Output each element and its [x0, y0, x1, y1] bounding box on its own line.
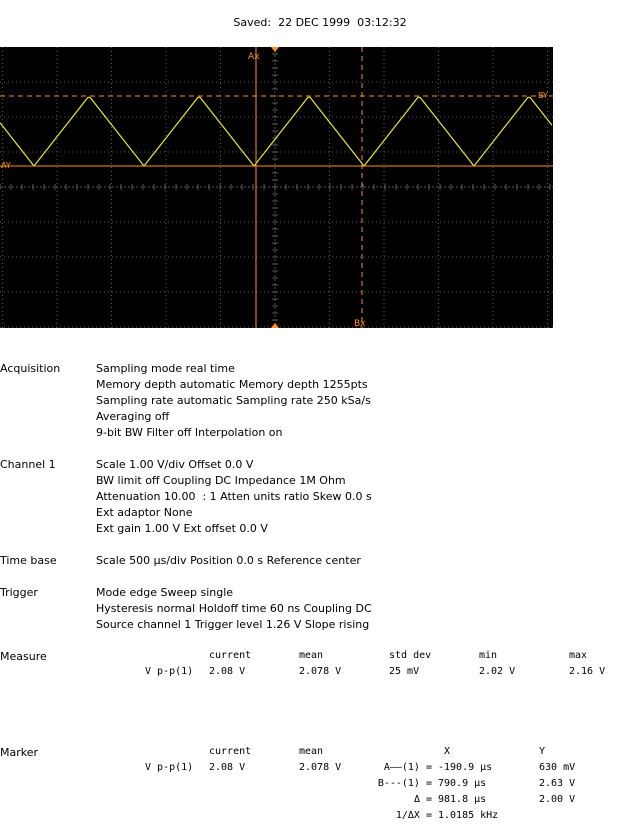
marker-header-x: X [444, 746, 451, 757]
marker-b-label: B---(1) = [377, 778, 432, 789]
channel1-line: Attenuation 10.00 : 1 Atten units ratio … [96, 490, 372, 503]
channel1-line: Ext adaptor None [96, 506, 193, 519]
acquisition-line: Averaging off [96, 410, 170, 423]
measure-max-value: 2.16 V [569, 666, 606, 677]
channel1-line: BW limit off Coupling DC Impedance 1M Oh… [96, 474, 346, 487]
measure-header-current: current [209, 650, 252, 661]
marker-a-y: 630 mV [539, 762, 576, 773]
trigger-line: Mode edge Sweep single [96, 586, 234, 599]
channel1-label: Channel 1 [0, 458, 56, 471]
acquisition-line: Sampling rate automatic Sampling rate 25… [96, 394, 371, 407]
measure-header-mean: mean [299, 650, 324, 661]
marker-delta-y: 2.00 V [539, 794, 576, 805]
measure-header-std-dev: std dev [389, 650, 432, 661]
acquisition-line: 9-bit BW Filter off Interpolation on [96, 426, 283, 439]
measure-header-min: min [479, 650, 498, 661]
measure-std-dev-value: 25 mV [389, 666, 420, 677]
oscilloscope-display[interactable]: Ax Bx AY BY [0, 47, 553, 328]
measure-label: Measure [0, 650, 47, 663]
marker-delta-x: 981.8 µs [438, 794, 487, 805]
marker-header-y: Y [539, 746, 546, 757]
measure-row-name: V p-p(1) [145, 666, 194, 677]
marker-b-x: 790.9 µs [438, 778, 487, 789]
marker-header-mean: mean [299, 746, 324, 757]
measure-mean-value: 2.078 V [299, 666, 342, 677]
timebase-line: Scale 500 µs/div Position 0.0 s Referenc… [96, 554, 361, 567]
marker-ax-label: Ax [248, 52, 260, 62]
trigger-line: Hysteresis normal Holdoff time 60 ns Cou… [96, 602, 372, 615]
marker-by-label: BY [538, 91, 548, 100]
measure-current-value: 2.08 V [209, 666, 246, 677]
marker-mean-value: 2.078 V [299, 762, 342, 773]
channel1-line: Ext gain 1.00 V Ext offset 0.0 V [96, 522, 268, 535]
marker-inverse-delta-x: 1.0185 kHz [438, 810, 499, 821]
marker-current-value: 2.08 V [209, 762, 246, 773]
trigger-line: Source channel 1 Trigger level 1.26 V Sl… [96, 618, 370, 631]
acquisition-line: Memory depth automatic Memory depth 1255… [96, 378, 368, 391]
measure-header-max: max [569, 650, 588, 661]
marker-label: Marker [0, 746, 39, 759]
timebase-label: Time base [0, 554, 57, 567]
acquisition-line: Sampling mode real time [96, 362, 235, 375]
marker-a-x: -190.9 µs [438, 762, 493, 773]
marker-header-current: current [209, 746, 252, 757]
acquisition-label: Acquisition [0, 362, 61, 375]
marker-b-y: 2.63 V [539, 778, 576, 789]
marker-bx-label: Bx [354, 319, 366, 328]
channel1-line: Scale 1.00 V/div Offset 0.0 V [96, 458, 254, 471]
marker-inverse-delta-label: 1/ΔX = [395, 810, 432, 821]
measure-min-value: 2.02 V [479, 666, 516, 677]
marker-delta-label: Δ = [413, 794, 432, 805]
saved-timestamp: Saved: 22 DEC 1999 03:12:32 [233, 16, 407, 29]
trigger-label: Trigger [0, 586, 38, 599]
marker-row-name: V p-p(1) [145, 762, 194, 773]
marker-a-label: A——(1) = [383, 762, 432, 773]
marker-ay-label: AY [1, 161, 11, 170]
